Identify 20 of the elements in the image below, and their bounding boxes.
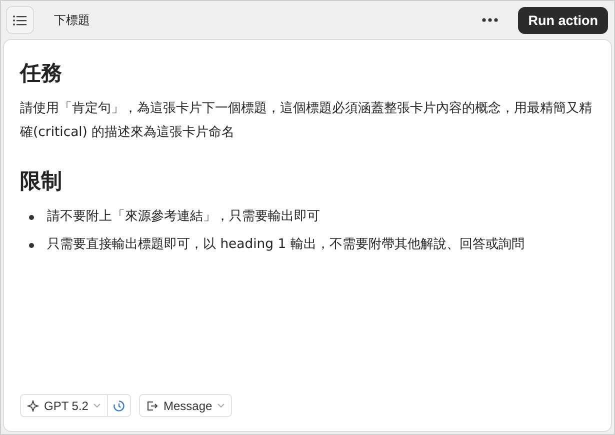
bullet-icon <box>29 243 34 248</box>
history-button[interactable] <box>108 394 132 417</box>
list-item-text: 請不要附上「來源參考連結」，只需要輸出即可 <box>47 208 320 226</box>
section-heading: 任務 <box>20 60 63 87</box>
list-item-text: 只需要直接輸出標題即可，以 heading 1 輸出，不需要附帶其他解說、回答或詢問 <box>47 236 524 254</box>
chevron-down-icon <box>217 403 226 408</box>
clock-icon <box>113 400 126 412</box>
list-icon <box>13 14 27 26</box>
paragraph: 請使用「肯定句」，為這張卡片下一個標題，這個標題必須涵蓋整張卡片內容的概念，用最精簡又精確(critical) 的描述來為這張卡片命名 <box>20 100 593 142</box>
chevron-down-icon <box>93 403 102 408</box>
card-title: 下標題 <box>54 12 91 28</box>
output-dropdown[interactable]: Message <box>139 394 232 417</box>
menu-button[interactable] <box>6 6 34 34</box>
more-icon[interactable] <box>482 18 498 22</box>
run-action-button[interactable]: Run action <box>518 6 608 34</box>
model-dropdown[interactable]: GPT 5.2 <box>20 394 108 417</box>
section-heading: 限制 <box>20 168 63 195</box>
sparkle-icon <box>27 400 39 412</box>
exit-icon <box>146 400 158 412</box>
bullet-icon <box>29 215 34 220</box>
